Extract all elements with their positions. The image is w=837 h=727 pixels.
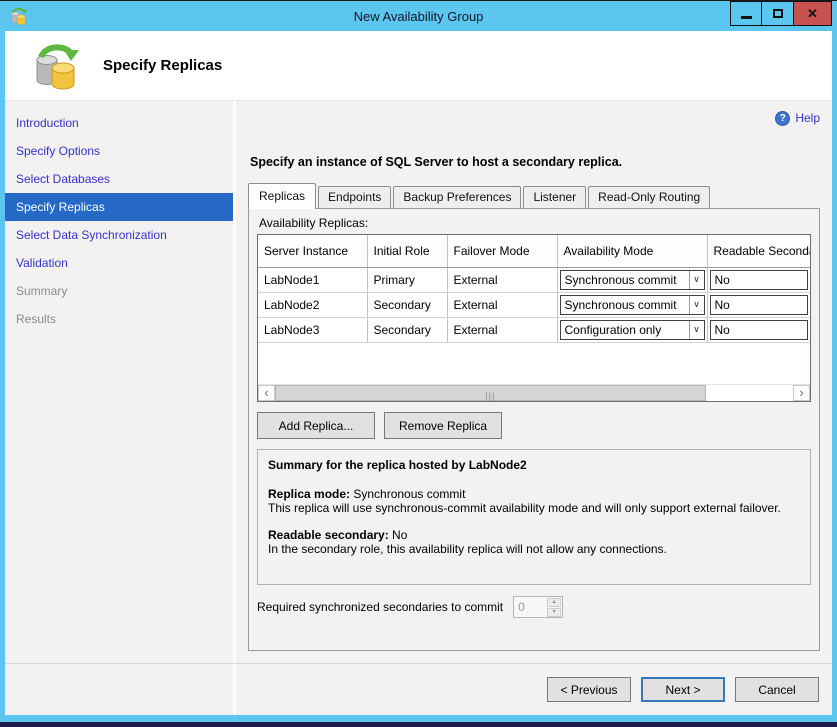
scrollbar-thumb[interactable]: ||| xyxy=(275,385,706,401)
next-button[interactable]: Next > xyxy=(641,677,725,702)
cell-failover[interactable]: External xyxy=(447,267,557,292)
cell-failover[interactable]: External xyxy=(447,292,557,317)
replicas-grid: Server Instance Initial Role Failover Mo… xyxy=(257,234,811,402)
tab-read-only-routing[interactable]: Read-Only Routing xyxy=(588,186,710,208)
grip-icon: ||| xyxy=(485,391,495,401)
availability-replicas-label: Availability Replicas: xyxy=(259,216,811,230)
instruction-text: Specify an instance of SQL Server to hos… xyxy=(250,155,820,169)
sidebar-item-data-synchronization[interactable]: Select Data Synchronization xyxy=(5,221,233,249)
tab-backup-preferences[interactable]: Backup Preferences xyxy=(393,186,521,208)
window-title: New Availability Group xyxy=(5,9,832,24)
availability-mode-dropdown[interactable]: Synchronous commit ∨ xyxy=(560,295,705,315)
chevron-down-icon: ∨ xyxy=(689,296,704,314)
tab-listener[interactable]: Listener xyxy=(523,186,586,208)
cell-role[interactable]: Primary xyxy=(367,267,447,292)
remove-replica-button[interactable]: Remove Replica xyxy=(384,412,502,439)
readable-secondary-line: Readable secondary: No xyxy=(268,528,800,542)
minimize-button[interactable] xyxy=(730,1,762,26)
tab-replicas[interactable]: Replicas xyxy=(248,183,316,209)
replicas-table: Server Instance Initial Role Failover Mo… xyxy=(258,235,810,343)
horizontal-scrollbar[interactable]: ‹ ||| › xyxy=(258,384,810,401)
chevron-down-icon: ∨ xyxy=(689,271,704,289)
wizard-header: Specify Replicas xyxy=(5,31,832,101)
wizard-body: Introduction Specify Options Select Data… xyxy=(5,101,832,663)
col-readable-secondary: Readable Secondary xyxy=(707,235,810,267)
wizard-steps-sidebar: Introduction Specify Options Select Data… xyxy=(5,101,233,663)
scrollbar-track[interactable] xyxy=(706,385,793,401)
sidebar-item-specify-replicas[interactable]: Specify Replicas xyxy=(5,193,233,221)
stepper-buttons: ▴ ▾ xyxy=(546,597,562,617)
col-initial-role: Initial Role xyxy=(367,235,447,267)
close-icon: ✕ xyxy=(807,6,818,22)
quorum-stepper: 0 ▴ ▾ xyxy=(513,596,563,618)
page-title: Specify Replicas xyxy=(103,57,222,74)
spin-up-icon: ▴ xyxy=(547,598,561,607)
replica-actions: Add Replica... Remove Replica xyxy=(257,412,811,439)
table-row[interactable]: LabNode1 Primary External Synchronous co… xyxy=(258,267,810,292)
replica-summary-box: Summary for the replica hosted by LabNod… xyxy=(257,449,811,585)
readable-secondary-cell[interactable]: No xyxy=(710,320,809,340)
help-icon: ? xyxy=(775,111,790,126)
page-content: ? Help Specify an instance of SQL Server… xyxy=(236,101,832,663)
col-server-instance: Server Instance xyxy=(258,235,367,267)
titlebar[interactable]: New Availability Group ✕ xyxy=(5,1,832,31)
table-row[interactable]: LabNode3 Secondary External Configuratio… xyxy=(258,317,810,342)
availability-group-icon xyxy=(33,42,81,90)
grid-empty-area xyxy=(258,343,810,385)
replica-mode-line: Replica mode: Synchronous commit xyxy=(268,487,800,501)
sidebar-item-select-databases[interactable]: Select Databases xyxy=(5,165,233,193)
cell-server[interactable]: LabNode2 xyxy=(258,292,367,317)
quorum-value: 0 xyxy=(514,597,546,617)
close-button[interactable]: ✕ xyxy=(794,1,832,26)
cell-server[interactable]: LabNode3 xyxy=(258,317,367,342)
col-failover-mode: Failover Mode xyxy=(447,235,557,267)
sidebar-item-summary: Summary xyxy=(5,277,233,305)
sidebar-item-results: Results xyxy=(5,305,233,333)
window-controls: ✕ xyxy=(730,1,832,27)
maximize-button[interactable] xyxy=(762,1,794,26)
window: New Availability Group ✕ Specify Replica… xyxy=(0,0,837,727)
replicas-tab-page: Availability Replicas: Server Instance I… xyxy=(248,208,820,651)
help-link[interactable]: ? Help xyxy=(248,109,820,127)
col-availability-mode: Availability Mode xyxy=(557,235,707,267)
readable-secondary-cell[interactable]: No xyxy=(710,295,809,315)
replica-mode-description: This replica will use synchronous-commit… xyxy=(268,501,800,515)
minimize-icon xyxy=(741,16,752,19)
previous-button[interactable]: < Previous xyxy=(547,677,631,702)
table-row[interactable]: LabNode2 Secondary External Synchronous … xyxy=(258,292,810,317)
quorum-row: Required synchronized secondaries to com… xyxy=(257,596,811,618)
spin-down-icon: ▾ xyxy=(547,608,561,617)
sidebar-item-introduction[interactable]: Introduction xyxy=(5,109,233,137)
availability-mode-dropdown[interactable]: Synchronous commit ∨ xyxy=(560,270,705,290)
readable-secondary-description: In the secondary role, this availability… xyxy=(268,542,800,556)
sidebar-item-specify-options[interactable]: Specify Options xyxy=(5,137,233,165)
footer-panel-divider xyxy=(233,664,236,715)
table-header-row: Server Instance Initial Role Failover Mo… xyxy=(258,235,810,267)
add-replica-button[interactable]: Add Replica... xyxy=(257,412,375,439)
scroll-right-icon[interactable]: › xyxy=(793,385,810,401)
scroll-left-icon[interactable]: ‹ xyxy=(258,385,275,401)
maximize-icon xyxy=(773,9,783,18)
cancel-button[interactable]: Cancel xyxy=(735,677,819,702)
cell-role[interactable]: Secondary xyxy=(367,317,447,342)
tab-endpoints[interactable]: Endpoints xyxy=(318,186,391,208)
wizard-footer: < Previous Next > Cancel xyxy=(5,663,832,715)
help-label: Help xyxy=(795,111,820,125)
tab-bar: Replicas Endpoints Backup Preferences Li… xyxy=(248,183,820,208)
quorum-label: Required synchronized secondaries to com… xyxy=(257,600,503,614)
dialog: Specify Replicas Introduction Specify Op… xyxy=(5,31,832,715)
sidebar-item-validation[interactable]: Validation xyxy=(5,249,233,277)
cell-server[interactable]: LabNode1 xyxy=(258,267,367,292)
readable-secondary-cell[interactable]: No xyxy=(710,270,809,290)
availability-mode-dropdown[interactable]: Configuration only ∨ xyxy=(560,320,705,340)
cell-role[interactable]: Secondary xyxy=(367,292,447,317)
cell-failover[interactable]: External xyxy=(447,317,557,342)
summary-title: Summary for the replica hosted by LabNod… xyxy=(268,458,800,472)
chevron-down-icon: ∨ xyxy=(689,321,704,339)
